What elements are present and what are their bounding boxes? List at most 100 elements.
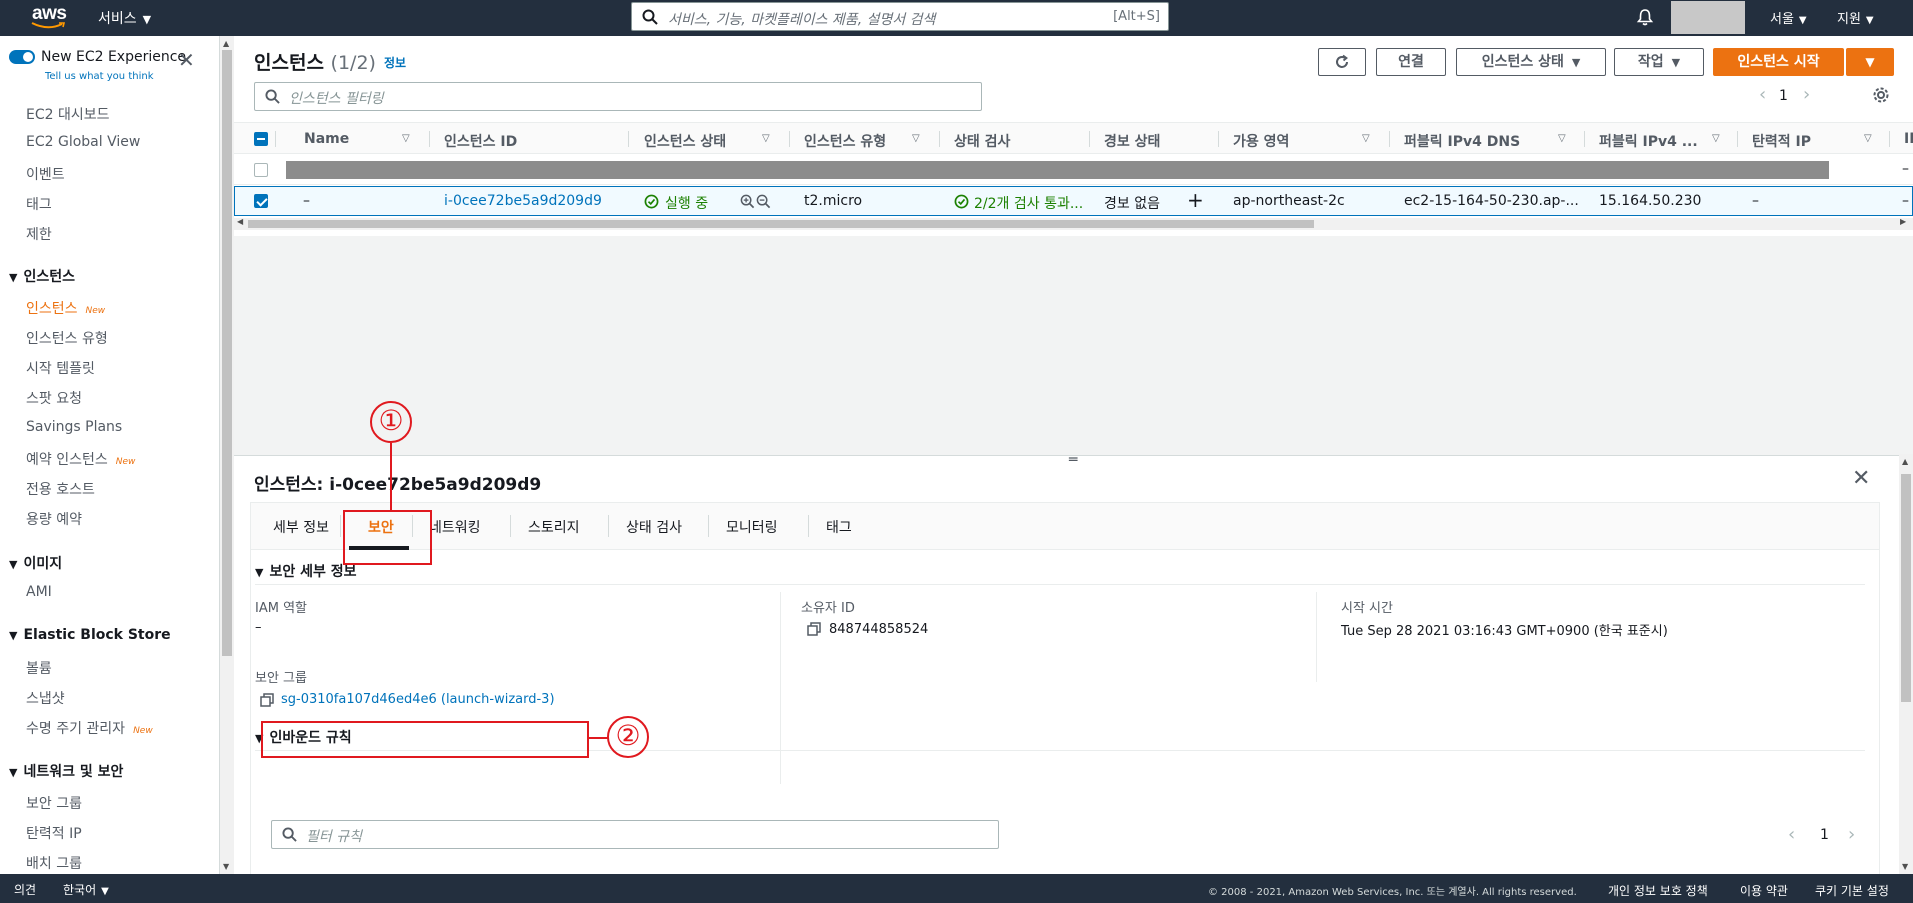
column-header[interactable]: 퍼블릭 IPv4 ...	[1599, 131, 1698, 151]
sidebar-item-instance-types[interactable]: 인스턴스 유형	[26, 328, 108, 348]
info-link[interactable]: 정보	[384, 54, 406, 71]
launch-dropdown-button[interactable]: ▼	[1846, 48, 1894, 76]
tab-tags[interactable]: 태그	[826, 517, 852, 537]
prev-page-icon[interactable]: ‹	[1759, 84, 1766, 105]
feedback-link[interactable]: 의견	[14, 881, 36, 898]
sidebar-item-launch-templates[interactable]: 시작 템플릿	[26, 358, 95, 378]
next-page-icon[interactable]: ›	[1803, 84, 1810, 105]
sort-icon[interactable]: ▽	[402, 133, 410, 144]
sidebar-item-ec2-dashboard[interactable]: EC2 대시보드	[26, 104, 110, 124]
close-icon[interactable]: ✕	[1852, 466, 1870, 491]
sidebar-item-spot-requests[interactable]: 스팟 요청	[26, 388, 82, 408]
connect-button[interactable]: 연결	[1376, 48, 1446, 76]
next-page-icon[interactable]: ›	[1848, 824, 1855, 845]
sort-icon[interactable]: ▽	[1864, 133, 1872, 144]
privacy-link[interactable]: 개인 정보 보호 정책	[1608, 882, 1708, 899]
zoom-in-icon[interactable]	[740, 194, 755, 209]
scroll-left-icon[interactable]: ◀	[237, 217, 243, 226]
sort-icon[interactable]: ▽	[1362, 133, 1370, 144]
sidebar-item-security-groups[interactable]: 보안 그룹	[26, 793, 82, 813]
sidebar-item-lifecycle-manager[interactable]: 수명 주기 관리자 New	[26, 718, 153, 738]
sidebar-item-placement-groups[interactable]: 배치 그룹	[26, 853, 82, 873]
sidebar-section-network-security[interactable]: ▼ 네트워크 및 보안	[9, 761, 123, 781]
sidebar-item-global-view[interactable]: EC2 Global View	[26, 134, 140, 150]
sidebar-item-limits[interactable]: 제한	[26, 224, 52, 244]
new-experience-toggle[interactable]	[9, 50, 35, 64]
sidebar-item-capacity-reservations[interactable]: 용량 예약	[26, 509, 82, 529]
rules-page-number[interactable]: 1	[1820, 827, 1829, 843]
column-header[interactable]: IP	[1904, 131, 1913, 147]
tab-networking[interactable]: 네트워킹	[429, 517, 481, 537]
sidebar-item-dedicated-hosts[interactable]: 전용 호스트	[26, 479, 95, 499]
gear-icon[interactable]	[1872, 86, 1890, 104]
rules-filter-input[interactable]: 필터 규칙	[271, 820, 999, 849]
sidebar-section-instances[interactable]: ▼ 인스턴스	[9, 266, 75, 286]
resize-handle-icon[interactable]: ═	[1069, 452, 1077, 468]
security-group-link[interactable]: sg-0310fa107d46ed4e6 (launch-wizard-3)	[281, 692, 555, 707]
scroll-down-icon[interactable]: ▼	[223, 862, 229, 871]
instance-id-link[interactable]: i-0cee72be5a9d209d9	[444, 193, 602, 209]
sort-icon[interactable]: ▽	[762, 133, 770, 144]
actions-button[interactable]: 작업 ▼	[1614, 48, 1704, 76]
sort-icon[interactable]: ▽	[1712, 133, 1720, 144]
refresh-button[interactable]	[1318, 48, 1366, 76]
select-all-checkbox[interactable]	[254, 132, 268, 146]
table-row[interactable]: –	[234, 155, 1913, 185]
add-alarm-icon[interactable]: +	[1187, 188, 1204, 212]
sort-icon[interactable]: ▽	[912, 133, 920, 144]
bell-icon[interactable]	[1636, 8, 1654, 26]
global-search[interactable]: 서비스, 기능, 마켓플레이스 제품, 설명서 검색 [Alt+S]	[631, 2, 1169, 31]
feedback-link[interactable]: Tell us what you think	[45, 71, 154, 82]
sidebar-item-events[interactable]: 이벤트	[26, 164, 65, 184]
sidebar-scrollbar[interactable]: ▲ ▼	[220, 36, 234, 874]
scroll-thumb[interactable]	[222, 50, 232, 656]
tab-storage[interactable]: 스토리지	[528, 517, 580, 537]
column-header[interactable]: Name	[304, 131, 349, 147]
account-menu-redacted[interactable]	[1671, 1, 1745, 34]
cookie-preferences-link[interactable]: 쿠키 기본 설정	[1815, 882, 1889, 899]
aws-logo[interactable]: aws	[30, 2, 70, 32]
row-checkbox[interactable]	[254, 163, 268, 177]
column-header[interactable]: 탄력적 IP	[1752, 131, 1811, 151]
column-header[interactable]: 상태 검사	[954, 131, 1010, 151]
tab-monitoring[interactable]: 모니터링	[726, 517, 778, 537]
status-check-value[interactable]: 2/2개 검사 통과...	[974, 193, 1083, 213]
scroll-up-icon[interactable]: ▲	[1902, 457, 1908, 466]
sidebar-section-images[interactable]: ▼ 이미지	[9, 553, 62, 573]
instance-filter-input[interactable]: 인스턴스 필터링	[254, 82, 982, 111]
column-header[interactable]: 퍼블릭 IPv4 DNS	[1404, 131, 1520, 151]
launch-instance-button[interactable]: 인스턴스 시작	[1713, 48, 1844, 76]
sidebar-item-reserved-instances[interactable]: 예약 인스턴스 New	[26, 449, 135, 469]
scroll-right-icon[interactable]: ▶	[1900, 217, 1906, 226]
tab-details[interactable]: 세부 정보	[273, 517, 329, 537]
sidebar-section-ebs[interactable]: ▼ Elastic Block Store	[9, 627, 171, 643]
row-checkbox[interactable]	[254, 194, 268, 208]
scroll-up-icon[interactable]: ▲	[223, 39, 229, 48]
sidebar-item-elastic-ip[interactable]: 탄력적 IP	[26, 823, 82, 843]
column-header[interactable]: 경보 상태	[1104, 131, 1160, 151]
column-header[interactable]: 인스턴스 상태	[644, 131, 726, 151]
column-header[interactable]: 인스턴스 ID	[444, 131, 517, 151]
sort-icon[interactable]: ▽	[1558, 133, 1566, 144]
column-header[interactable]: 인스턴스 유형	[804, 131, 886, 151]
page-number[interactable]: 1	[1779, 88, 1788, 104]
terms-link[interactable]: 이용 약관	[1740, 882, 1788, 899]
sidebar-item-ami[interactable]: AMI	[26, 584, 52, 600]
region-menu[interactable]: 서울 ▼	[1770, 8, 1807, 27]
sidebar-item-instances[interactable]: 인스턴스 New	[26, 298, 105, 318]
language-menu[interactable]: 한국어 ▼	[63, 881, 109, 898]
scroll-down-icon[interactable]: ▼	[1902, 862, 1908, 871]
table-row-selected[interactable]: – i-0cee72be5a9d209d9 실행 중 t2.micro 2/2개…	[234, 186, 1913, 216]
prev-page-icon[interactable]: ‹	[1788, 824, 1795, 845]
scroll-thumb[interactable]	[1901, 474, 1911, 702]
security-details-header[interactable]: ▼ 보안 세부 정보	[255, 561, 357, 581]
instance-state-button[interactable]: 인스턴스 상태 ▼	[1456, 48, 1606, 76]
scroll-thumb[interactable]	[248, 220, 1314, 228]
sidebar-item-savings-plans[interactable]: Savings Plans	[26, 419, 122, 435]
support-menu[interactable]: 지원 ▼	[1837, 8, 1874, 27]
tab-status-checks[interactable]: 상태 검사	[626, 517, 682, 537]
detail-scrollbar[interactable]: ▲ ▼	[1899, 454, 1913, 874]
sidebar-item-volumes[interactable]: 볼륨	[26, 658, 52, 678]
close-icon[interactable]: ✕	[178, 48, 195, 72]
sidebar-item-tags[interactable]: 태그	[26, 194, 52, 214]
